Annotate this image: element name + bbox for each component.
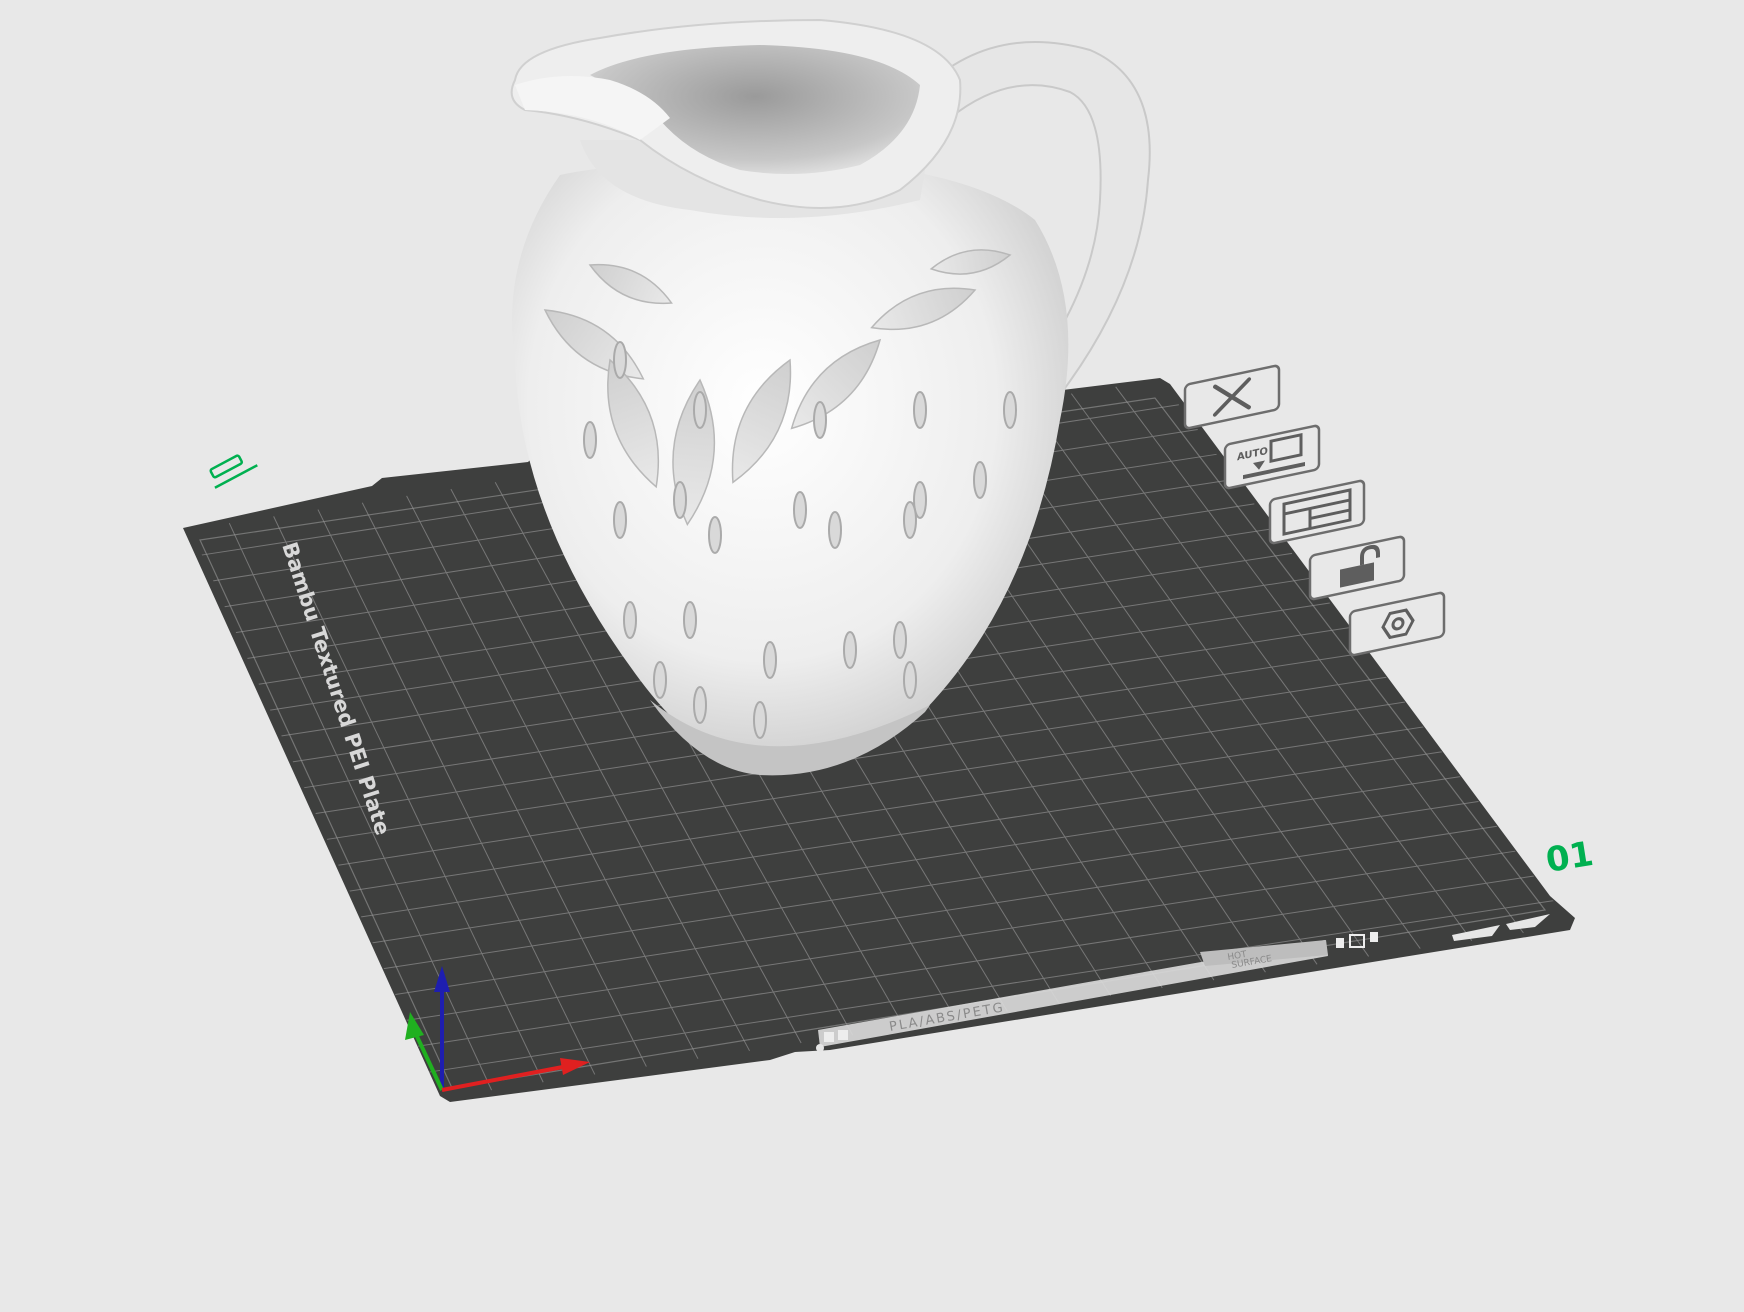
seed: [1003, 391, 1017, 429]
scene-canvas[interactable]: Bambu Textured PEI Plate PLA/ABS/PETG HO…: [0, 0, 1744, 1308]
seed: [763, 641, 777, 679]
seed: [828, 511, 842, 549]
seed: [613, 501, 627, 539]
pencil-icon[interactable]: [206, 449, 258, 489]
seed: [693, 686, 707, 724]
seed: [903, 661, 917, 699]
seed: [793, 491, 807, 529]
seed: [813, 401, 827, 439]
seed: [753, 701, 767, 739]
seed: [693, 391, 707, 429]
seed: [973, 461, 987, 499]
seed: [893, 621, 907, 659]
seed: [903, 501, 917, 539]
seed: [843, 631, 857, 669]
seed: [673, 481, 687, 519]
lock-plate-button[interactable]: [1308, 535, 1406, 601]
seed: [913, 391, 927, 429]
seed: [613, 341, 627, 379]
seed: [683, 601, 697, 639]
seed: [623, 601, 637, 639]
arrange-button[interactable]: [1268, 479, 1366, 545]
plate-number-label: 01: [1543, 834, 1596, 881]
delete-plate-button[interactable]: [1183, 364, 1281, 430]
auto-orient-button[interactable]: AUTO: [1223, 424, 1321, 490]
3d-viewport[interactable]: Bambu Textured PEI Plate PLA/ABS/PETG HO…: [0, 0, 1744, 1308]
plate-settings-button[interactable]: [1348, 591, 1446, 657]
seed: [583, 421, 597, 459]
seed: [653, 661, 667, 699]
seed: [708, 516, 722, 554]
